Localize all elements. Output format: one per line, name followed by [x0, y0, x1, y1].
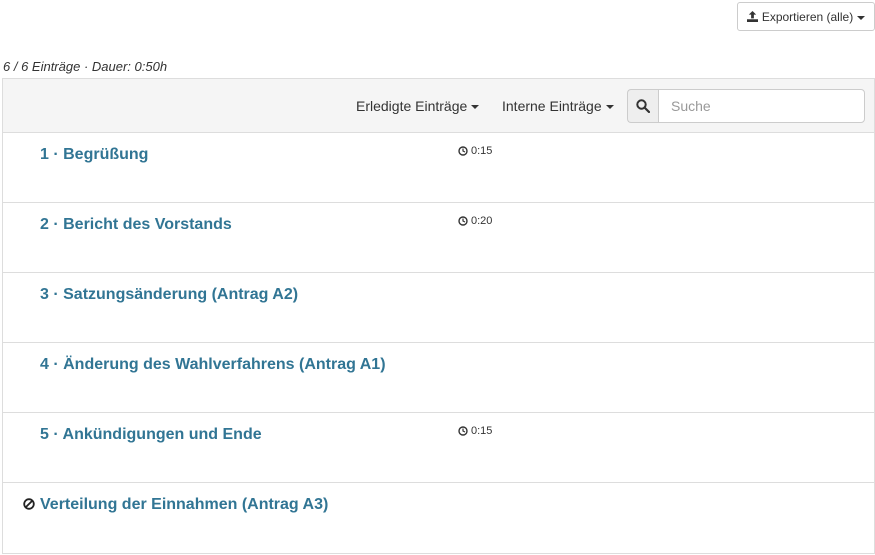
filter-done-dropdown[interactable]: Erledigte Einträge [356, 79, 480, 133]
agenda-item-title[interactable]: Verteilung der Einnahmen (Antrag A3) [40, 496, 328, 514]
agenda-item-duration: 0:15 [458, 145, 492, 157]
ban-icon [23, 498, 35, 510]
chevron-down-icon [605, 105, 614, 109]
duration-value: 0:20 [471, 215, 493, 227]
chevron-down-icon [471, 105, 480, 109]
agenda-item-title[interactable]: 1 · Begrüßung [40, 146, 148, 164]
agenda-toolbar: Erledigte Einträge Interne Einträge [3, 79, 874, 133]
agenda-item: 2 · Bericht des Vorstands 0:20 [3, 203, 874, 273]
agenda-item-title[interactable]: 5 · Ankündigungen und Ende [40, 426, 262, 444]
clock-icon [458, 216, 468, 226]
agenda-list: 1 · Begrüßung 0:15 2 · Bericht des Vorst… [3, 133, 874, 553]
agenda-item: 4 · Änderung des Wahlverfahrens (Antrag … [3, 343, 874, 413]
search-icon[interactable] [627, 89, 658, 123]
agenda-item-title[interactable]: 2 · Bericht des Vorstands [40, 216, 232, 234]
duration-value: 0:15 [471, 425, 493, 437]
agenda-item: 1 · Begrüßung 0:15 [3, 133, 874, 203]
agenda-item: 3 · Satzungsänderung (Antrag A2) [3, 273, 874, 343]
export-button[interactable]: Exportieren (alle) [737, 2, 875, 31]
export-button-label: Exportieren (alle) [761, 9, 854, 24]
entries-summary: 6 / 6 Einträge · Dauer: 0:50h [3, 59, 168, 74]
agenda-item-title[interactable]: 4 · Änderung des Wahlverfahrens (Antrag … [40, 356, 386, 374]
search-input[interactable] [658, 89, 865, 123]
chevron-down-icon [857, 15, 866, 20]
agenda-item-title[interactable]: 3 · Satzungsänderung (Antrag A2) [40, 286, 298, 304]
agenda-panel: Erledigte Einträge Interne Einträge 1 · … [2, 78, 875, 554]
clock-icon [458, 146, 468, 156]
filter-internal-dropdown[interactable]: Interne Einträge [502, 79, 614, 133]
clock-icon [458, 426, 468, 436]
duration-value: 0:15 [471, 145, 493, 157]
agenda-item-duration: 0:20 [458, 215, 492, 227]
upload-icon [746, 11, 758, 22]
filter-done-label: Erledigte Einträge [356, 98, 468, 114]
agenda-item-internal: Verteilung der Einnahmen (Antrag A3) [3, 483, 874, 553]
agenda-item-duration: 0:15 [458, 425, 492, 437]
search-group [627, 89, 865, 123]
filter-internal-label: Interne Einträge [502, 98, 602, 114]
agenda-item: 5 · Ankündigungen und Ende 0:15 [3, 413, 874, 483]
